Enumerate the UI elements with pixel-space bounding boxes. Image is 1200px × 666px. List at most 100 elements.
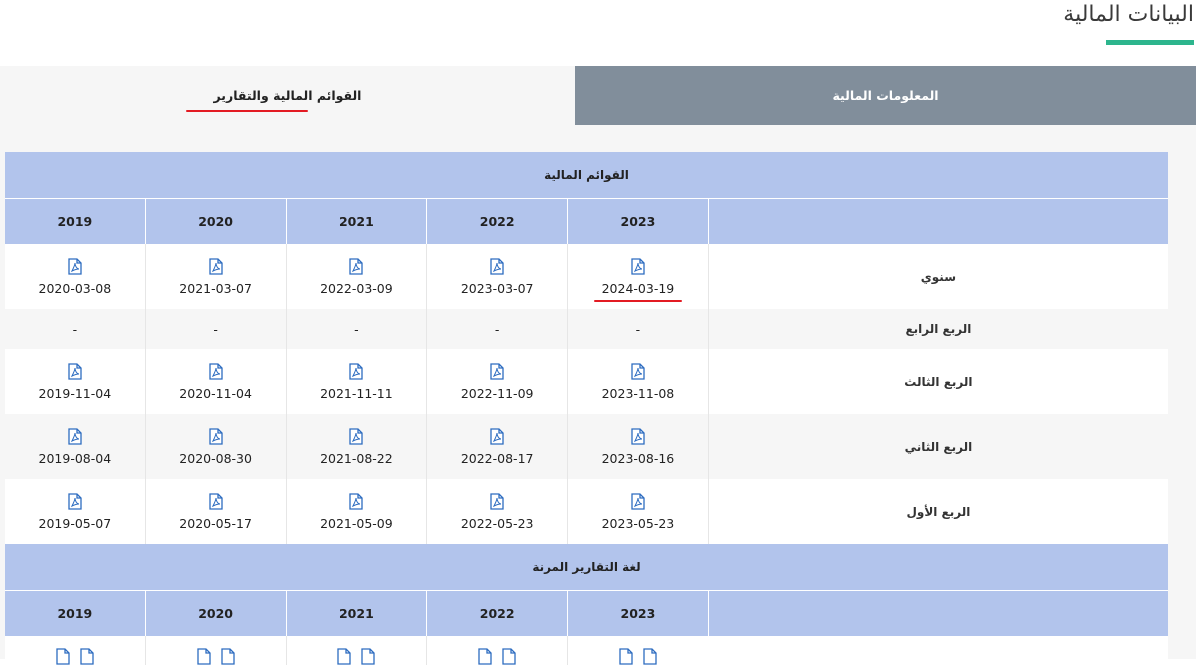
pdf-icon[interactable] xyxy=(68,492,82,510)
document-icon[interactable] xyxy=(361,648,376,665)
tab-financial-information[interactable]: المعلومات المالية xyxy=(575,66,1196,125)
report-cell: 2023-03-07 xyxy=(426,244,567,309)
pdf-icon[interactable] xyxy=(631,492,645,510)
tab-label: المعلومات المالية xyxy=(832,88,939,103)
report-cell: 2020-11-04 xyxy=(144,349,286,414)
report-cell: 2023-08-16 xyxy=(567,414,708,479)
pdf-icon[interactable] xyxy=(349,427,364,445)
pdf-icon[interactable] xyxy=(631,362,645,380)
year-header-row: 2023 2022 2021 2020 2019 xyxy=(5,199,1168,244)
pdf-icon[interactable] xyxy=(349,257,364,275)
report-cell: - xyxy=(567,309,708,349)
report-cell: - xyxy=(72,321,78,337)
document-icon[interactable] xyxy=(619,648,633,665)
xbrl-cell xyxy=(426,636,567,665)
tab-financial-statements-reports[interactable]: القوائم المالية والتقارير xyxy=(0,66,575,125)
report-date[interactable]: 2019-05-07 xyxy=(39,516,112,531)
report-date[interactable]: 2023-11-08 xyxy=(602,386,675,401)
table-row-q4: الربع الرابع - - - - - xyxy=(5,309,1168,349)
row-label: الربع الأول xyxy=(707,479,1168,544)
tab-bar: القوائم المالية والتقارير المعلومات الما… xyxy=(0,66,1196,125)
report-cell: 2023-05-23 xyxy=(567,479,708,544)
year-header: 2020 xyxy=(144,199,286,244)
table-row-annual: سنوي 2024-03-19 2023-03-07 2022-03-09 20… xyxy=(5,244,1168,309)
report-date[interactable]: 2020-11-04 xyxy=(179,386,252,401)
section-title-xbrl: لغة التقارير المرنة xyxy=(5,544,1168,591)
year-header: 2019 xyxy=(57,606,93,621)
year-header: 2020 xyxy=(144,591,286,636)
report-cell: 2021-03-07 xyxy=(144,244,286,309)
report-date[interactable]: 2022-03-09 xyxy=(320,281,393,296)
report-cell: 2020-03-08 xyxy=(5,244,145,309)
report-date[interactable]: 2019-11-04 xyxy=(39,386,112,401)
year-header: 2021 xyxy=(285,591,427,636)
document-icon[interactable] xyxy=(196,648,211,665)
pdf-icon[interactable] xyxy=(68,257,82,275)
report-date[interactable]: 2023-05-23 xyxy=(602,516,675,531)
report-cell: 2019-05-07 xyxy=(5,479,145,544)
page-title: البيانات المالية xyxy=(1063,2,1194,27)
report-date[interactable]: 2020-03-08 xyxy=(39,281,112,296)
pdf-icon[interactable] xyxy=(631,427,645,445)
xbrl-cell xyxy=(285,636,427,665)
xbrl-cell xyxy=(144,636,286,665)
report-date[interactable]: 2022-05-23 xyxy=(461,516,534,531)
document-icon[interactable] xyxy=(56,648,70,665)
row-label: سنوي xyxy=(707,244,1168,309)
report-date[interactable]: 2021-08-22 xyxy=(320,451,393,466)
pdf-icon[interactable] xyxy=(68,362,82,380)
report-date[interactable]: 2022-11-09 xyxy=(461,386,534,401)
pdf-icon[interactable] xyxy=(490,492,504,510)
annotation-underline xyxy=(186,110,308,112)
document-icon[interactable] xyxy=(80,648,94,665)
document-icon[interactable] xyxy=(220,648,235,665)
pdf-icon[interactable] xyxy=(208,362,223,380)
pdf-icon[interactable] xyxy=(349,492,364,510)
report-date[interactable]: 2020-08-30 xyxy=(179,451,252,466)
pdf-icon[interactable] xyxy=(490,362,504,380)
report-cell: 2020-05-17 xyxy=(144,479,286,544)
document-icon[interactable] xyxy=(502,648,516,665)
report-cell: 2021-05-09 xyxy=(285,479,427,544)
report-cell: 2020-08-30 xyxy=(144,414,286,479)
pdf-icon[interactable] xyxy=(208,492,223,510)
report-date[interactable]: 2023-08-16 xyxy=(602,451,675,466)
year-header: 2019 xyxy=(57,214,93,229)
document-icon[interactable] xyxy=(337,648,352,665)
report-cell: - xyxy=(144,309,286,349)
section-title-financial-statements: القوائم المالية xyxy=(5,152,1168,199)
document-icon[interactable] xyxy=(478,648,492,665)
report-date[interactable]: 2019-08-04 xyxy=(39,451,112,466)
header-label-cell xyxy=(707,591,1168,636)
report-cell: 2021-11-11 xyxy=(285,349,427,414)
report-date[interactable]: 2020-05-17 xyxy=(179,516,252,531)
report-date[interactable]: 2023-03-07 xyxy=(461,281,534,296)
xbrl-cell xyxy=(5,636,145,665)
title-underline xyxy=(1106,40,1194,45)
xbrl-year-header-row: 2023 2022 2021 2020 2019 xyxy=(5,591,1168,636)
report-date[interactable]: 2021-05-09 xyxy=(320,516,393,531)
report-cell: 2022-08-17 xyxy=(426,414,567,479)
pdf-icon[interactable] xyxy=(490,427,504,445)
pdf-icon[interactable] xyxy=(490,257,504,275)
pdf-icon[interactable] xyxy=(631,257,645,275)
pdf-icon[interactable] xyxy=(68,427,82,445)
report-cell: - xyxy=(285,309,427,349)
year-header: 2022 xyxy=(426,591,567,636)
report-date[interactable]: 2021-11-11 xyxy=(320,386,393,401)
pdf-icon[interactable] xyxy=(208,427,223,445)
year-header: 2023 xyxy=(567,591,708,636)
report-date[interactable]: 2021-03-07 xyxy=(179,281,252,296)
report-date[interactable]: 2022-08-17 xyxy=(461,451,534,466)
year-header: 2021 xyxy=(285,199,427,244)
pdf-icon[interactable] xyxy=(208,257,223,275)
pdf-icon[interactable] xyxy=(349,362,364,380)
xbrl-cell xyxy=(567,636,708,665)
report-cell: 2019-08-04 xyxy=(5,414,145,479)
table-row-q2: الربع الثاني 2023-08-16 2022-08-17 2021-… xyxy=(5,414,1168,479)
statements-table: القوائم المالية 2023 2022 2021 2020 2019… xyxy=(5,152,1168,666)
report-date[interactable]: 2024-03-19 xyxy=(593,281,682,302)
report-cell: 2023-11-08 xyxy=(567,349,708,414)
tab-label: القوائم المالية والتقارير xyxy=(213,88,362,103)
document-icon[interactable] xyxy=(643,648,657,665)
